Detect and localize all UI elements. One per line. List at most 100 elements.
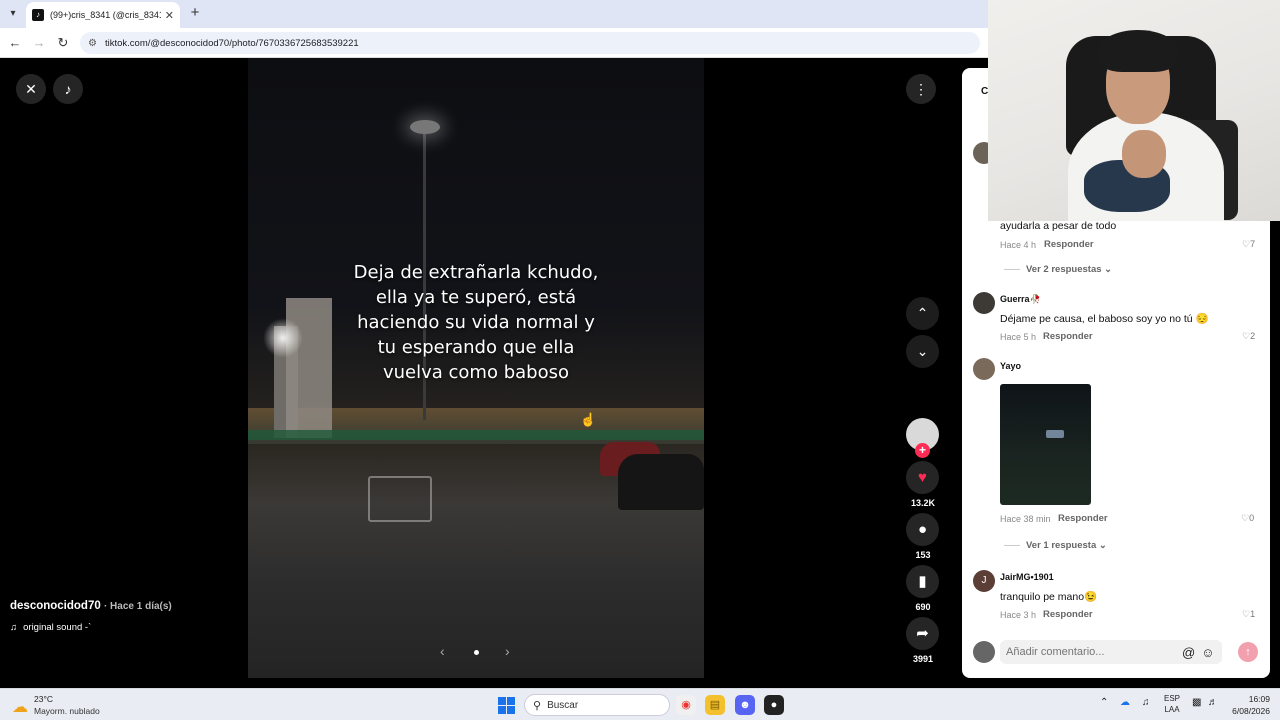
comment-username[interactable]: Yayo xyxy=(1000,361,1021,371)
previous-video-chevron-up-icon[interactable]: ⌃ xyxy=(906,297,939,330)
like-count: 13.2K xyxy=(910,498,936,508)
photo-building xyxy=(286,298,332,438)
weather-temperature[interactable]: 23°C xyxy=(34,694,53,704)
post-photo[interactable]: Deja de extrañarla kchudo, ella ya te su… xyxy=(248,58,704,678)
speaker-icon[interactable]: ♬ xyxy=(1208,697,1218,708)
discord-icon[interactable]: ☻ xyxy=(735,695,755,715)
like-heart-icon[interactable]: ♥ xyxy=(906,461,939,494)
share-arrow-icon[interactable]: ➦ xyxy=(906,617,939,650)
browser-tab[interactable]: ♪ (99+)cris_8341 (@cris_8341) | TikTok ✕ xyxy=(26,2,180,28)
photo-viewer: ✕ ♪ ⋮ Deja de extrañarla kchudo, ella ya… xyxy=(0,58,962,688)
chevron-down-icon: ⌄ xyxy=(1104,264,1113,275)
webcam-hand xyxy=(1122,130,1166,178)
comment-time: Hace 5 h xyxy=(1000,332,1037,342)
comment-avatar[interactable] xyxy=(973,358,995,380)
webcam-hair xyxy=(1098,30,1178,72)
comment-avatar[interactable] xyxy=(973,292,995,314)
reload-icon[interactable]: ↻ xyxy=(54,34,72,52)
heart-outline-icon: ♡ xyxy=(1242,609,1251,619)
photo-fence xyxy=(248,430,704,440)
comment-text: ayudarla a pesar de todo xyxy=(1000,220,1117,232)
weather-description[interactable]: Mayorm. nublado xyxy=(34,706,100,716)
close-icon[interactable]: ✕ xyxy=(16,74,46,104)
tray-cloud-icon[interactable]: ☁ xyxy=(1120,697,1130,708)
send-arrow-icon[interactable]: ↑ xyxy=(1238,642,1258,662)
sound-name: original sound -` xyxy=(23,622,92,633)
comment-icon[interactable]: ● xyxy=(906,513,939,546)
sound-line[interactable]: ♫ original sound -` xyxy=(10,622,91,633)
bookmark-icon[interactable]: ▮ xyxy=(906,565,939,598)
comment-like-count: 1 xyxy=(1250,609,1256,619)
network-icon[interactable]: ▩ xyxy=(1192,697,1201,708)
weather-cloud-icon[interactable]: ☁ xyxy=(12,697,28,717)
photo-next-chevron-icon[interactable]: › xyxy=(505,643,510,659)
comment-image[interactable] xyxy=(1000,384,1091,505)
author-line: desconocidod70 · Hace 1 día(s) xyxy=(10,600,172,612)
heart-outline-icon: ♡ xyxy=(1242,239,1251,249)
address-bar[interactable]: ⚙ tiktok.com/@desconocidod70/photo/76703… xyxy=(80,32,980,54)
photo-shopping-cart xyxy=(368,476,432,522)
heart-outline-icon: ♡ xyxy=(1242,331,1251,341)
comment-username[interactable]: Guerra🥀 xyxy=(1000,294,1041,305)
photo-prev-chevron-icon[interactable]: ‹ xyxy=(440,643,445,659)
comment-text: tranquilo pe mano😉 xyxy=(1000,591,1098,603)
volume-icon[interactable]: ♪ xyxy=(53,74,83,104)
view-replies-button[interactable]: Ver 2 respuestas ⌄ xyxy=(1004,264,1112,275)
photo-caption-text: Deja de extrañarla kchudo, ella ya te su… xyxy=(353,262,599,383)
microphone-icon[interactable]: ♫ xyxy=(1142,697,1150,708)
comment-like[interactable]: ♡1 xyxy=(1242,609,1255,620)
language-code: ESP xyxy=(1164,694,1181,703)
hand-cursor-icon: ☝ xyxy=(580,412,597,427)
photo-pagination-dot xyxy=(474,650,479,655)
comment-like[interactable]: ♡2 xyxy=(1242,331,1255,342)
comment-avatar[interactable]: J xyxy=(973,570,995,592)
taskbar-search[interactable]: ⚲ Buscar xyxy=(524,694,670,716)
photo-lamp xyxy=(410,120,440,134)
comment-input[interactable] xyxy=(1006,646,1176,658)
windows-start-icon[interactable] xyxy=(498,697,515,714)
clock-date: 6/08/2026 xyxy=(1232,706,1270,716)
input-language[interactable]: ESP LAA xyxy=(1164,693,1180,715)
forward-arrow-icon[interactable]: → xyxy=(30,34,48,52)
heart-outline-icon: ♡ xyxy=(1241,513,1250,523)
mention-at-icon[interactable]: @ xyxy=(1182,645,1195,660)
view-replies-button[interactable]: Ver 1 respuesta ⌄ xyxy=(1004,540,1107,551)
keyboard-layout: LAA xyxy=(1164,705,1180,714)
comment-time: Hace 38 min xyxy=(1000,514,1051,524)
search-icon: ⚲ xyxy=(533,699,542,712)
reply-button[interactable]: Responder xyxy=(1058,513,1108,524)
comment-like[interactable]: ♡7 xyxy=(1242,239,1255,250)
chrome-icon[interactable]: ◉ xyxy=(676,695,696,715)
clock[interactable]: 16:09 6/08/2026 xyxy=(1230,693,1270,717)
webcam-overlay xyxy=(988,0,1280,221)
url-text: tiktok.com/@desconocidod70/photo/7670336… xyxy=(104,37,359,49)
tab-list-chevron-icon[interactable]: ▾ xyxy=(4,5,22,23)
search-label: Buscar xyxy=(547,699,579,711)
comment-like-count: 7 xyxy=(1250,239,1256,249)
follow-plus-icon[interactable]: + xyxy=(915,443,930,458)
reply-button[interactable]: Responder xyxy=(1043,331,1093,342)
site-info-icon[interactable]: ⚙ xyxy=(88,38,97,49)
comment-time: Hace 3 h xyxy=(1000,610,1037,620)
more-options-icon[interactable]: ⋮ xyxy=(906,74,936,104)
tray-chevron-up-icon[interactable]: ⌃ xyxy=(1100,697,1108,708)
back-arrow-icon[interactable]: ← xyxy=(6,34,24,52)
reply-button[interactable]: Responder xyxy=(1043,609,1093,620)
reply-button[interactable]: Responder xyxy=(1044,239,1094,250)
emoji-icon[interactable]: ☺ xyxy=(1201,645,1214,660)
comment-username[interactable]: JairMG•1901 xyxy=(1000,572,1054,582)
view-replies-label: Ver 1 respuesta xyxy=(1026,540,1097,551)
clock-time: 16:09 xyxy=(1248,694,1270,704)
photo-streetlight-glow xyxy=(263,318,303,358)
comment-text: Déjame pe causa, el baboso soy yo no tú … xyxy=(1000,313,1209,325)
tab-close-icon[interactable]: ✕ xyxy=(165,9,174,22)
author-username[interactable]: desconocidod70 xyxy=(10,600,101,612)
music-note-icon: ♫ xyxy=(10,622,18,633)
file-explorer-icon[interactable]: ▤ xyxy=(705,695,725,715)
tiktok-favicon-icon: ♪ xyxy=(32,9,44,21)
next-video-chevron-down-icon[interactable]: ⌄ xyxy=(906,335,939,368)
comment-like[interactable]: ♡0 xyxy=(1241,513,1254,524)
obs-icon[interactable]: ● xyxy=(764,695,784,715)
comment-input-box: @ ☺ xyxy=(1000,640,1222,664)
new-tab-plus-icon[interactable]: + xyxy=(186,4,204,21)
